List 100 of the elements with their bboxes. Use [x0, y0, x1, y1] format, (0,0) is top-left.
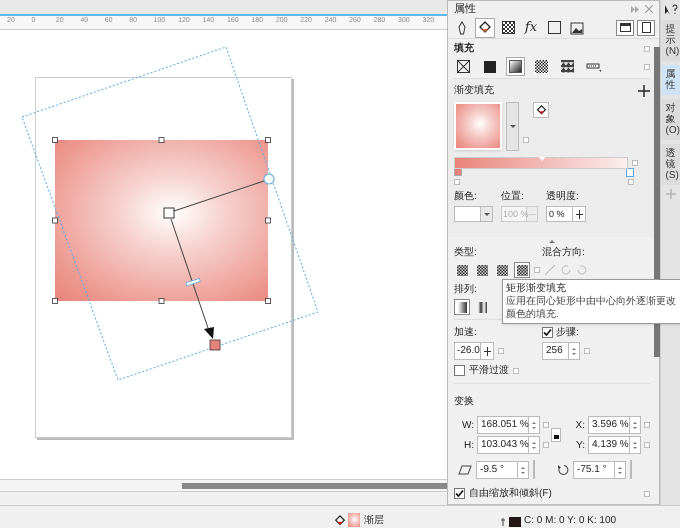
section-title: 填充	[454, 41, 474, 56]
slider-icon[interactable]	[481, 342, 494, 360]
number-field[interactable]: 4.139 %	[588, 436, 630, 454]
property-marker-icon[interactable]	[644, 490, 650, 496]
selection-handle[interactable]	[265, 218, 271, 224]
gradient-color-bar[interactable]	[454, 157, 628, 169]
number-field[interactable]: 103.043 %	[477, 436, 529, 454]
spin-buttons[interactable]	[630, 436, 641, 454]
gradient-type-button[interactable]	[454, 262, 470, 278]
frame-icon	[548, 21, 560, 34]
property-marker-icon[interactable]	[513, 368, 519, 374]
property-marker-icon[interactable]	[630, 460, 632, 479]
fill-type-button[interactable]	[454, 57, 473, 76]
steps-checkbox[interactable]	[542, 327, 553, 338]
selection-handle[interactable]	[52, 137, 58, 143]
selection-handle[interactable]	[265, 137, 271, 143]
horizontal-scrollbar[interactable]	[0, 479, 447, 491]
free-scale-checkbox[interactable]	[454, 488, 465, 499]
property-marker-icon[interactable]	[498, 348, 504, 354]
smooth-checkbox[interactable]	[454, 365, 465, 376]
side-tab[interactable]: 提示(N)	[662, 20, 680, 61]
solid-square-icon	[484, 60, 496, 72]
selection-handle[interactable]	[52, 298, 58, 304]
outline-color-values: C: 0 M: 0 Y: 0 K: 100	[524, 515, 616, 527]
spin-buttons[interactable]	[569, 342, 580, 360]
property-marker-icon[interactable]	[644, 64, 650, 70]
frame-button[interactable]	[616, 20, 634, 36]
transparency-field[interactable]: 0 %	[546, 206, 573, 222]
docker-tab[interactable]	[475, 18, 495, 38]
gradient-type-button[interactable]	[514, 262, 530, 278]
gradient-type-button[interactable]	[474, 262, 490, 278]
acceleration-field[interactable]: -26.0	[454, 342, 481, 360]
selection-handle[interactable]	[158, 137, 164, 143]
selection-handle[interactable]	[158, 298, 164, 304]
property-marker-icon[interactable]	[644, 46, 650, 52]
arrange-button[interactable]	[454, 299, 470, 315]
selection-handle[interactable]	[265, 298, 271, 304]
property-marker-icon[interactable]	[454, 179, 460, 185]
paint-bucket-icon	[478, 20, 492, 34]
field-label: 位置:	[501, 190, 525, 204]
fill-type-button[interactable]	[532, 57, 551, 76]
field-label: Y:	[575, 438, 585, 452]
midpoint-slider[interactable]	[185, 278, 201, 286]
number-field[interactable]: -75.1 °	[573, 461, 615, 479]
pen-nib-icon	[458, 20, 466, 34]
side-tab[interactable]: 对象(O)	[662, 99, 680, 140]
property-marker-icon[interactable]	[534, 267, 540, 273]
field-label: H:	[463, 438, 474, 452]
lock-button[interactable]	[551, 428, 561, 442]
slider-icon[interactable]	[573, 206, 586, 222]
property-marker-icon[interactable]	[644, 442, 650, 448]
property-marker-icon[interactable]	[533, 460, 535, 479]
field-label: 排列:	[454, 282, 477, 297]
no-fill-icon	[457, 60, 470, 73]
tooltip-text: 应用在同心矩形中由中心向外逐渐更改颜色的填充.	[506, 295, 677, 321]
field-label: X:	[574, 418, 585, 432]
picture-icon	[570, 20, 584, 34]
color-stop[interactable]	[626, 168, 634, 177]
fill-label: 渐层	[364, 515, 384, 527]
checkbox-label: 自由缩放和倾斜(F)	[469, 486, 553, 501]
fill-picker-button[interactable]	[533, 102, 549, 118]
fill-type-button[interactable]	[558, 57, 577, 76]
property-marker-icon[interactable]	[543, 422, 549, 428]
page-button[interactable]	[637, 20, 655, 36]
spin-buttons[interactable]	[518, 461, 529, 479]
color-swatch[interactable]	[454, 206, 481, 222]
number-field[interactable]: 168.051 %	[477, 416, 529, 434]
gradient-type-button[interactable]	[494, 262, 510, 278]
property-marker-icon[interactable]	[628, 179, 634, 185]
number-field[interactable]: 256	[542, 342, 569, 360]
spin-buttons[interactable]	[615, 461, 626, 479]
gradient-center-handle[interactable]	[164, 208, 174, 218]
scrollbar-thumb[interactable]	[182, 482, 447, 488]
selection-handle[interactable]	[52, 218, 58, 224]
property-marker-icon[interactable]	[543, 442, 549, 448]
field-label: 混合方向:	[542, 246, 585, 260]
rotate-icon	[557, 464, 569, 476]
property-marker-icon[interactable]	[523, 137, 529, 143]
outline-swatch	[509, 517, 521, 527]
side-tab[interactable]: 属性	[662, 65, 680, 95]
collapse-caret-icon[interactable]	[549, 240, 555, 242]
gradient-preview[interactable]	[454, 102, 502, 150]
section-title: 渐变填充	[454, 84, 494, 98]
spin-buttons[interactable]	[630, 416, 641, 434]
spin-buttons[interactable]	[529, 436, 540, 454]
pointer-help-icon[interactable]	[664, 4, 678, 16]
property-marker-icon[interactable]	[584, 348, 590, 354]
add-icon[interactable]	[638, 84, 650, 96]
fill-type-button[interactable]	[506, 57, 525, 76]
number-field[interactable]: 3.596 %	[588, 416, 630, 434]
effects-tab[interactable]: fx	[521, 18, 541, 38]
property-marker-icon[interactable]	[632, 160, 638, 166]
texture-icon	[561, 60, 574, 73]
spin-buttons[interactable]	[529, 416, 540, 434]
side-tab[interactable]: 透镜(S)	[662, 144, 680, 185]
color-node[interactable]	[210, 340, 220, 350]
dropdown-button[interactable]	[481, 206, 493, 222]
number-field[interactable]: -9.5 °	[476, 461, 518, 479]
close-icon[interactable]	[645, 5, 653, 13]
property-marker-icon[interactable]	[644, 422, 650, 428]
